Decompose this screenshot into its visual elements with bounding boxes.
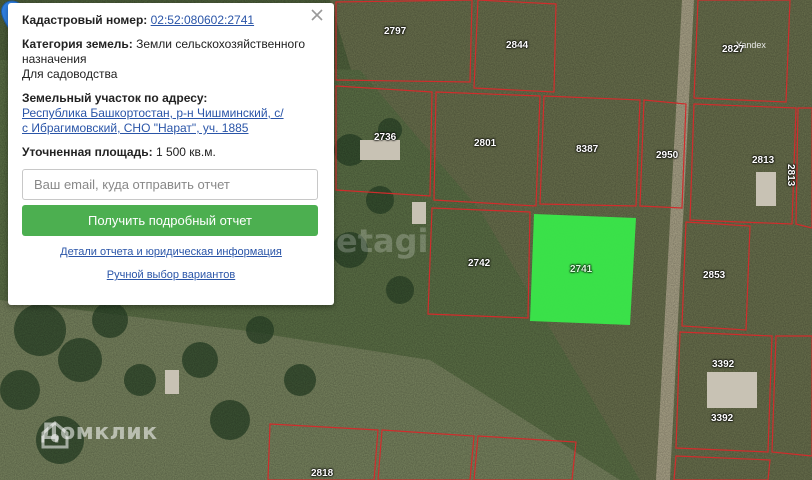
parcel-label: 2801 (474, 138, 497, 149)
parcel-label: 2950 (656, 150, 679, 161)
category-row: Категория земель: Земли сельскохозяйстве… (22, 37, 320, 82)
category-value-cont: назначения (22, 52, 87, 66)
parcel-label: 2813 (752, 155, 775, 166)
parcel-label: 2853 (703, 270, 726, 281)
parcel-label: 2797 (384, 26, 407, 37)
map-attribution: Yandex (736, 40, 766, 50)
parcel-label: 8387 (576, 144, 599, 155)
address-label: Земельный участок по адресу: (22, 91, 208, 105)
parcel-info-popup: Кадастровый номер: 02:52:080602:2741 Кат… (8, 3, 334, 305)
address-row: Земельный участок по адресу: Республика … (22, 91, 320, 136)
manual-selection-link[interactable]: Ручной выбор вариантов (22, 269, 320, 281)
parcel-label: 3392 (711, 413, 734, 424)
category-label: Категория земель: (22, 37, 133, 51)
category-value: Земли сельскохозяйственного (136, 37, 306, 51)
area-row: Уточненная площадь: 1 500 кв.м. (22, 145, 320, 160)
address-line-1: Республика Башкортостан, р-н Чишминский,… (22, 106, 284, 120)
parcel-label: 3392 (712, 359, 735, 370)
parcel-label: 2736 (374, 132, 397, 143)
usage-value: Для садоводства (22, 67, 118, 81)
area-label: Уточненная площадь: (22, 145, 153, 159)
cadastral-row: Кадастровый номер: 02:52:080602:2741 (22, 13, 320, 28)
area-value: 1 500 кв.м. (155, 145, 216, 159)
parcel-label: 2813 (785, 164, 796, 187)
close-icon[interactable] (309, 7, 325, 23)
parcel-label: 2742 (468, 258, 491, 269)
email-field[interactable] (22, 169, 318, 200)
etagi-watermark: etagi (336, 222, 429, 260)
selected-parcel-label: 2741 (570, 264, 593, 275)
cadastral-number-link[interactable]: 02:52:080602:2741 (151, 13, 254, 27)
domclick-watermark: Домклик (40, 420, 158, 449)
report-details-link[interactable]: Детали отчета и юридическая информация (22, 246, 320, 258)
address-line-2: с Ибрагимовский, СНО "Нарат", уч. 1885 (22, 121, 249, 135)
parcel-label: 2818 (311, 468, 334, 479)
address-link[interactable]: Республика Башкортостан, р-н Чишминский,… (22, 106, 284, 135)
cadastral-label: Кадастровый номер: (22, 13, 148, 27)
parcel-label: 2844 (506, 40, 529, 51)
house-logo-icon (41, 421, 69, 449)
get-report-button[interactable]: Получить подробный отчет (22, 205, 318, 236)
